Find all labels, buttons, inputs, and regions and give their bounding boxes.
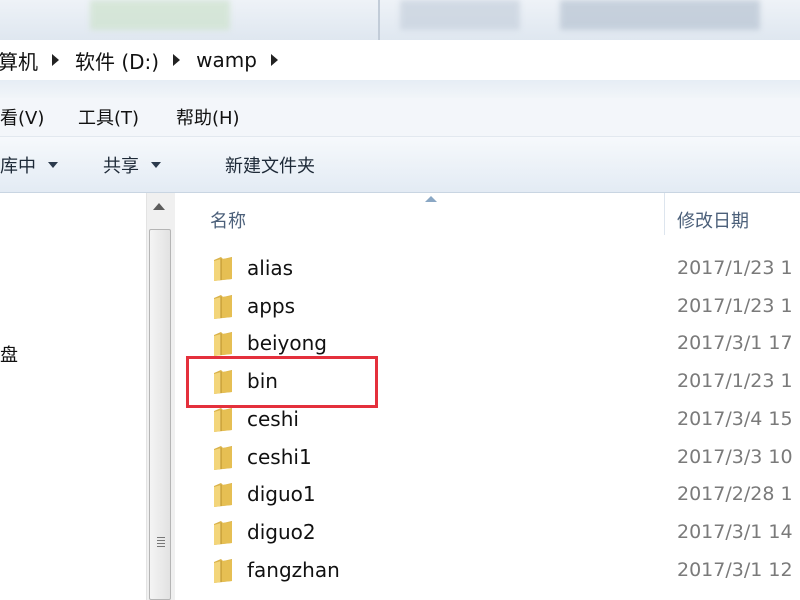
dropdown-arrow-icon: [151, 162, 161, 168]
breadcrumb-chevron-icon[interactable]: [52, 54, 59, 66]
breadcrumb-item-drive[interactable]: 软件 (D:): [75, 46, 159, 75]
file-name: ceshi: [247, 406, 299, 431]
file-row-diguo2[interactable]: diguo2 2017/3/1 14: [175, 515, 800, 553]
column-header-date[interactable]: 修改日期: [677, 207, 749, 233]
folder-icon: [214, 294, 232, 319]
file-date: 2017/3/3 10: [677, 445, 793, 468]
new-folder-button[interactable]: 新建文件夹: [225, 152, 315, 178]
file-name: apps: [247, 293, 296, 318]
address-bar-bottom: [0, 80, 800, 98]
folder-icon: [214, 407, 232, 432]
file-name: diguo1: [247, 482, 316, 507]
breadcrumb-chevron-icon[interactable]: [270, 54, 278, 66]
folder-icon: [214, 445, 232, 470]
blurred-region: [560, 0, 760, 30]
share-button[interactable]: 共享: [103, 152, 161, 178]
breadcrumb-item-wamp[interactable]: wamp: [196, 48, 257, 72]
file-row-fangzhan[interactable]: fangzhan 2017/3/1 12: [175, 553, 800, 591]
nav-scrollbar[interactable]: [146, 193, 176, 600]
sort-ascending-icon: [425, 196, 437, 202]
file-row-diguo1[interactable]: diguo1 2017/2/28 1: [175, 477, 800, 515]
grip-line: [157, 543, 165, 544]
file-date: 2017/3/4 15: [677, 407, 793, 430]
scroll-up-arrow-icon[interactable]: [153, 203, 165, 210]
toolbar-label: 新建文件夹: [225, 156, 315, 177]
blurred-region: [400, 0, 520, 30]
file-name: alias: [247, 256, 294, 280]
breadcrumb[interactable]: 算机 软件 (D:) wamp: [0, 40, 800, 81]
file-row-apps[interactable]: apps 2017/1/23 1: [175, 289, 800, 327]
annotation-highlight-box: [186, 356, 378, 408]
file-row-ceshi1[interactable]: ceshi1 2017/3/3 10: [175, 440, 800, 478]
file-name: diguo2: [247, 519, 316, 544]
grip-line: [157, 537, 165, 538]
grip-line: [157, 546, 165, 547]
folder-icon: [214, 520, 232, 545]
menu-tools[interactable]: 工具(T): [78, 104, 139, 130]
column-divider[interactable]: [664, 193, 665, 235]
navigation-pane: 盘: [0, 193, 146, 600]
window-top-strip: [0, 0, 800, 40]
nav-item-partial[interactable]: 盘: [0, 341, 18, 367]
file-date: 2017/1/23 1: [677, 370, 793, 393]
command-toolbar: 库中 共享 新建文件夹: [0, 137, 800, 193]
folder-icon: [214, 483, 232, 508]
toolbar-label: 共享: [103, 156, 139, 177]
dropdown-arrow-icon: [48, 162, 58, 168]
divider: [378, 0, 380, 40]
column-header-name[interactable]: 名称: [210, 207, 246, 233]
file-name: fangzhan: [247, 557, 340, 582]
file-date: 2017/1/23 1: [677, 257, 793, 279]
folder-icon: [214, 332, 232, 357]
file-date: 2017/3/1 12: [677, 558, 793, 581]
folder-icon: [214, 558, 232, 583]
include-in-library-button[interactable]: 库中: [0, 152, 58, 178]
menu-help[interactable]: 帮助(H): [176, 104, 240, 130]
scrollbar-thumb[interactable]: [149, 229, 171, 600]
file-date: 2017/2/28 1: [677, 483, 793, 506]
file-date: 2017/3/1 14: [677, 520, 793, 543]
file-name: beiyong: [247, 331, 327, 356]
menu-view[interactable]: 看(V): [0, 104, 44, 130]
breadcrumb-item-computer[interactable]: 算机: [0, 46, 38, 75]
breadcrumb-chevron-icon[interactable]: [173, 54, 181, 66]
toolbar-label: 库中: [0, 156, 36, 177]
file-row-alias[interactable]: alias 2017/1/23 1: [175, 251, 800, 289]
grip-line: [157, 540, 165, 541]
file-date: 2017/3/1 17: [677, 332, 793, 355]
file-name: ceshi1: [247, 444, 312, 469]
file-date: 2017/1/23 1: [677, 294, 793, 317]
blurred-region: [90, 0, 230, 30]
menu-bar: 看(V) 工具(T) 帮助(H): [0, 98, 800, 137]
folder-icon: [214, 257, 232, 281]
